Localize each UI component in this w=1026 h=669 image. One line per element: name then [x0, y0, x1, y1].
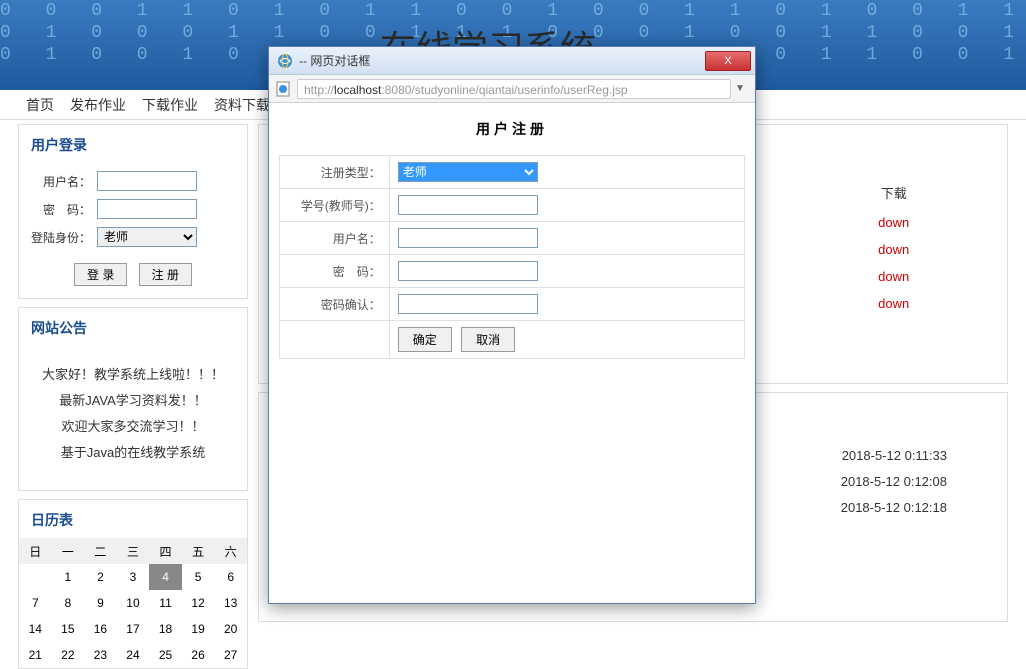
- login-pass-input[interactable]: [97, 199, 197, 219]
- nav-publish[interactable]: 发布作业: [64, 95, 132, 115]
- reg-pass2-label: 密码确认：: [279, 288, 389, 321]
- reg-pass-label: 密 码：: [279, 255, 389, 288]
- login-role-label: 登陆身份：: [31, 229, 91, 246]
- nav-home[interactable]: 首页: [20, 95, 60, 115]
- login-title: 用户登录: [19, 125, 247, 163]
- cal-cell[interactable]: 13: [214, 590, 247, 616]
- announce-line: 欢迎大家多交流学习！！: [31, 414, 235, 440]
- cal-cell[interactable]: [19, 564, 52, 590]
- reg-type-label: 注册类型：: [279, 156, 389, 189]
- login-panel: 用户登录 用户名： 密 码： 登陆身份： 老师 登 录: [18, 124, 248, 299]
- ie-icon: [277, 53, 293, 69]
- announce-title: 网站公告: [19, 308, 247, 346]
- reg-type-select[interactable]: 老师: [398, 162, 538, 182]
- cal-cell-today[interactable]: 4: [149, 564, 182, 590]
- cal-cell[interactable]: 24: [117, 642, 150, 668]
- reg-stuno-input[interactable]: [398, 195, 538, 215]
- cal-cell[interactable]: 10: [117, 590, 150, 616]
- cal-cell[interactable]: 20: [214, 616, 247, 642]
- reg-user-input[interactable]: [398, 228, 538, 248]
- close-icon: X: [724, 55, 731, 67]
- reg-pass-input[interactable]: [398, 261, 538, 281]
- cal-cell[interactable]: 21: [19, 642, 52, 668]
- cal-cell[interactable]: 5: [182, 564, 215, 590]
- cal-cell[interactable]: 25: [149, 642, 182, 668]
- announce-panel: 网站公告 大家好！教学系统上线啦！！！ 最新JAVA学习资料发！！ 欢迎大家多交…: [18, 307, 248, 491]
- cal-cell[interactable]: 7: [19, 590, 52, 616]
- dialog-titlebar[interactable]: -- 网页对话框 X: [269, 47, 755, 75]
- download-link[interactable]: down: [782, 210, 1005, 235]
- download-link[interactable]: down: [782, 237, 1005, 262]
- nav-download[interactable]: 下载作业: [136, 95, 204, 115]
- reg-cancel-button[interactable]: 取消: [461, 327, 515, 352]
- cal-day-h: 二: [84, 538, 117, 564]
- cal-cell[interactable]: 15: [52, 616, 85, 642]
- cal-cell[interactable]: 11: [149, 590, 182, 616]
- cal-day-h: 五: [182, 538, 215, 564]
- uploads-th-dl: 下载: [782, 177, 1005, 208]
- calendar-table: 日 一 二 三 四 五 六 1 2 3 4 5 6: [19, 538, 247, 668]
- cal-cell[interactable]: 19: [182, 616, 215, 642]
- cal-day-h: 一: [52, 538, 85, 564]
- register-form: 注册类型： 老师 学号(教师号)： 用户名： 密 码： 密码确认：: [279, 155, 746, 359]
- login-button[interactable]: 登 录: [74, 263, 127, 286]
- calendar-title: 日历表: [19, 500, 247, 538]
- login-pass-label: 密 码：: [31, 201, 91, 218]
- cal-cell[interactable]: 22: [52, 642, 85, 668]
- login-role-select[interactable]: 老师: [97, 227, 197, 247]
- download-link[interactable]: down: [782, 291, 1005, 316]
- cal-cell[interactable]: 9: [84, 590, 117, 616]
- cal-cell[interactable]: 18: [149, 616, 182, 642]
- reg-user-label: 用户名：: [279, 222, 389, 255]
- announce-line: 最新JAVA学习资料发！！: [31, 388, 235, 414]
- cal-cell[interactable]: 12: [182, 590, 215, 616]
- page-icon: [275, 81, 291, 97]
- login-user-input[interactable]: [97, 171, 197, 191]
- cal-day-h: 三: [117, 538, 150, 564]
- login-user-label: 用户名：: [31, 173, 91, 190]
- reg-pass2-input[interactable]: [398, 294, 538, 314]
- cal-cell[interactable]: 1: [52, 564, 85, 590]
- announce-line: 基于Java的在线教学系统: [31, 440, 235, 466]
- announce-line: 大家好！教学系统上线啦！！！: [31, 362, 235, 388]
- nav-resources[interactable]: 资料下载: [208, 95, 276, 115]
- reg-stuno-label: 学号(教师号)：: [279, 189, 389, 222]
- register-dialog: -- 网页对话框 X http://localhost:8080/studyon…: [268, 46, 756, 604]
- cal-cell[interactable]: 16: [84, 616, 117, 642]
- reg-ok-button[interactable]: 确定: [398, 327, 452, 352]
- cal-cell[interactable]: 2: [84, 564, 117, 590]
- dialog-close-button[interactable]: X: [705, 51, 751, 71]
- cal-cell[interactable]: 14: [19, 616, 52, 642]
- dialog-url[interactable]: http://localhost:8080/studyonline/qianta…: [297, 79, 731, 99]
- dialog-url-bar: http://localhost:8080/studyonline/qianta…: [269, 75, 755, 103]
- cal-cell[interactable]: 8: [52, 590, 85, 616]
- calendar-panel: 日历表 日 一 二 三 四 五 六 1 2 3 4 5: [18, 499, 248, 669]
- cal-day-h: 日: [19, 538, 52, 564]
- cal-cell[interactable]: 3: [117, 564, 150, 590]
- cal-day-h: 四: [149, 538, 182, 564]
- download-link[interactable]: down: [782, 264, 1005, 289]
- dialog-title: -- 网页对话框: [299, 52, 705, 69]
- cal-cell[interactable]: 26: [182, 642, 215, 668]
- cal-cell[interactable]: 6: [214, 564, 247, 590]
- cal-cell[interactable]: 23: [84, 642, 117, 668]
- cal-day-h: 六: [214, 538, 247, 564]
- register-button[interactable]: 注 册: [139, 263, 192, 286]
- chevron-down-icon[interactable]: ▼: [731, 83, 749, 94]
- cal-cell[interactable]: 17: [117, 616, 150, 642]
- cal-cell[interactable]: 27: [214, 642, 247, 668]
- dialog-heading: 用户注册: [269, 119, 755, 139]
